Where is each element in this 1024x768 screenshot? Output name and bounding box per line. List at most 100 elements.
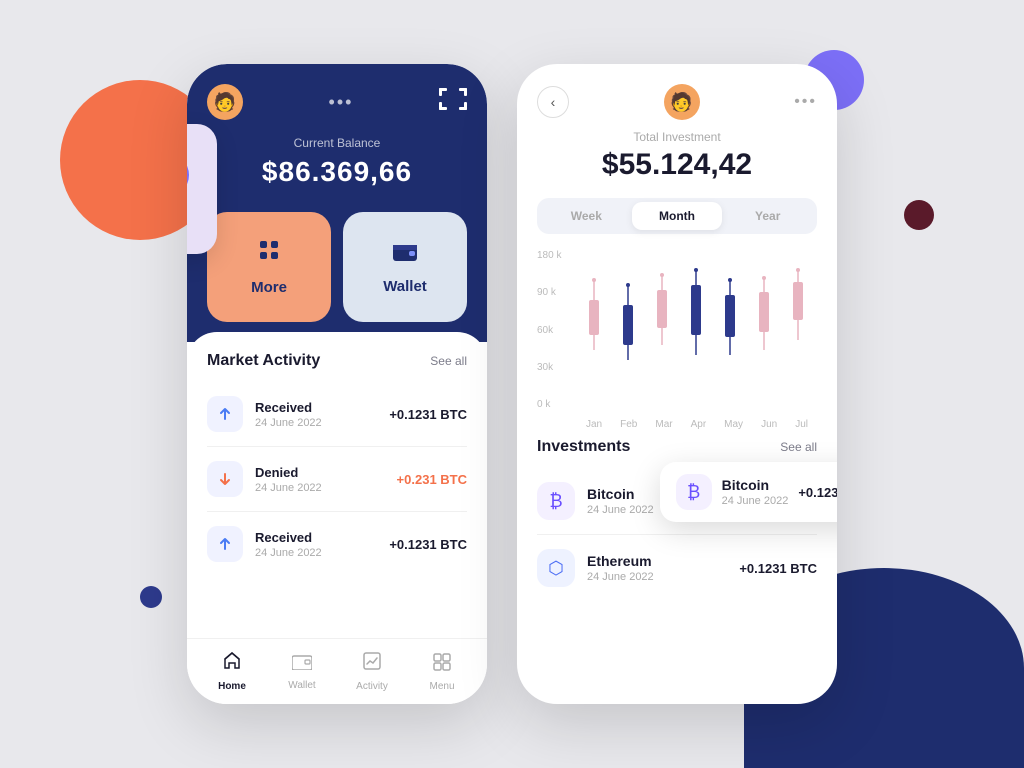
chart-y-labels: 180 k 90 k 60k 30k 0 k <box>537 250 573 410</box>
coin-value: +0.1231 BTC <box>739 561 817 576</box>
tx-info: Received 24 June 2022 <box>255 530 377 559</box>
x-label: Jul <box>795 419 808 430</box>
tooltip-coin-name: Bitcoin <box>722 477 789 493</box>
wallet-label: Wallet <box>383 278 427 295</box>
nav-wallet-icon <box>292 653 312 676</box>
scan-icon[interactable] <box>439 88 467 116</box>
tx-date: 24 June 2022 <box>255 482 385 494</box>
investments-header: Investments See all <box>537 438 817 456</box>
x-label: Feb <box>620 419 637 430</box>
x-label: Mar <box>655 419 672 430</box>
phone1-header: 🧑 ••• Current Balance <box>187 64 487 212</box>
x-label: Jan <box>586 419 602 430</box>
tx-amount: +0.231 BTC <box>397 472 467 487</box>
nav-item-wallet[interactable]: Wallet <box>267 653 337 691</box>
nav-item-menu[interactable]: Menu <box>407 651 477 692</box>
tx-date: 24 June 2022 <box>255 547 377 559</box>
phone1-topbar: 🧑 ••• <box>207 84 467 120</box>
time-tabs: Week Month Year <box>537 198 817 234</box>
balance-section: Current Balance $86.369,66 <box>207 136 467 212</box>
action-row: More Wallet <box>187 212 487 342</box>
nav-label-wallet: Wallet <box>288 680 315 691</box>
y-label: 90 k <box>537 287 573 298</box>
more-icon <box>257 238 281 269</box>
tx-denied-icon <box>207 461 243 497</box>
bitcoin-icon: ₿ <box>537 482 575 520</box>
chart-x-labels: Jan Feb Mar Apr May Jun Jul <box>577 419 817 430</box>
y-label: 0 k <box>537 399 573 410</box>
send-icon <box>187 153 189 197</box>
investments-title: Investments <box>537 438 630 456</box>
investments-see-all[interactable]: See all <box>780 440 817 454</box>
send-button[interactable]: Send <box>187 124 217 254</box>
market-activity-title: Market Activity <box>207 352 320 370</box>
balance-label: Current Balance <box>207 136 467 150</box>
bitcoin-row-wrapper: ₿ Bitcoin 24 June 2022 +0.1231 BTC ₿ Bit… <box>537 472 817 530</box>
bg-decoration-maroon <box>904 200 934 230</box>
nav-label-home: Home <box>218 681 246 692</box>
phone2-header: ‹ 🧑 ••• <box>517 64 837 130</box>
tx-amount: +0.1231 BTC <box>389 537 467 552</box>
avatar[interactable]: 🧑 <box>207 84 243 120</box>
nav-menu-icon <box>432 651 452 677</box>
home-icon <box>222 651 242 677</box>
tab-month[interactable]: Month <box>632 202 723 230</box>
more-button[interactable]: More <box>207 212 331 322</box>
x-label: May <box>724 419 743 430</box>
bitcoin-tooltip: ₿ Bitcoin 24 June 2022 +0.1231 BTC <box>660 462 837 522</box>
investment-label: Total Investment <box>537 130 817 144</box>
market-activity-see-all[interactable]: See all <box>430 354 467 368</box>
y-label: 180 k <box>537 250 573 261</box>
more-options-icon[interactable]: ••• <box>794 93 817 111</box>
tx-amount: +0.1231 BTC <box>389 407 467 422</box>
tab-year[interactable]: Year <box>722 202 813 230</box>
wallet-icon <box>393 240 417 268</box>
nav-activity-icon <box>362 651 382 677</box>
tx-info: Received 24 June 2022 <box>255 400 377 429</box>
tx-info: Denied 24 June 2022 <box>255 465 385 494</box>
y-label: 60k <box>537 325 573 336</box>
tooltip-bitcoin-icon: ₿ <box>676 474 712 510</box>
ethereum-icon: ⬡ <box>537 549 575 587</box>
chart-container: 180 k 90 k 60k 30k 0 k <box>537 250 817 430</box>
y-label: 30k <box>537 362 573 373</box>
tooltip-coin-info: Bitcoin 24 June 2022 <box>722 477 789 507</box>
coin-date: 24 June 2022 <box>587 571 727 583</box>
tx-name: Denied <box>255 465 385 480</box>
phone2-content: Total Investment $55.124,42 Week Month Y… <box>517 130 837 704</box>
balance-amount: $86.369,66 <box>207 156 467 188</box>
tx-received2-icon <box>207 526 243 562</box>
tx-name: Received <box>255 400 377 415</box>
wallet-button[interactable]: Wallet <box>343 212 467 322</box>
tx-name: Received <box>255 530 377 545</box>
x-label: Apr <box>691 419 707 430</box>
candlestick-chart <box>577 250 817 410</box>
market-activity-header: Market Activity See all <box>207 352 467 370</box>
investment-amount: $55.124,42 <box>537 148 817 182</box>
tab-week[interactable]: Week <box>541 202 632 230</box>
investment-item-ethereum[interactable]: ⬡ Ethereum 24 June 2022 +0.1231 BTC <box>537 539 817 597</box>
transaction-item: Received 24 June 2022 +0.1231 BTC <box>207 516 467 572</box>
market-activity-section: Market Activity See all Received 24 June… <box>187 332 487 638</box>
tooltip-coin-date: 24 June 2022 <box>722 495 789 507</box>
transaction-item: Denied 24 June 2022 +0.231 BTC <box>207 451 467 507</box>
bottom-nav: Home Wallet Activity <box>187 638 487 704</box>
phones-wrapper: Send 🧑 ••• <box>187 64 837 704</box>
transaction-item: Received 24 June 2022 +0.1231 BTC <box>207 386 467 442</box>
phone1: Send 🧑 ••• <box>187 64 487 704</box>
nav-label-activity: Activity <box>356 681 388 692</box>
coin-name: Ethereum <box>587 553 727 569</box>
avatar[interactable]: 🧑 <box>664 84 700 120</box>
x-label: Jun <box>761 419 777 430</box>
tx-date: 24 June 2022 <box>255 417 377 429</box>
more-options-icon[interactable]: ••• <box>329 92 354 113</box>
investments-section: Investments See all ₿ Bitcoin 24 June 20… <box>537 438 817 704</box>
nav-item-activity[interactable]: Activity <box>337 651 407 692</box>
nav-item-home[interactable]: Home <box>197 651 267 692</box>
more-label: More <box>251 279 287 296</box>
back-button[interactable]: ‹ <box>537 86 569 118</box>
coin-info: Ethereum 24 June 2022 <box>587 553 727 583</box>
nav-label-menu: Menu <box>429 681 454 692</box>
phone2: ‹ 🧑 ••• Total Investment $55.124,42 Week… <box>517 64 837 704</box>
tooltip-coin-value: +0.1231 BTC <box>798 485 837 500</box>
